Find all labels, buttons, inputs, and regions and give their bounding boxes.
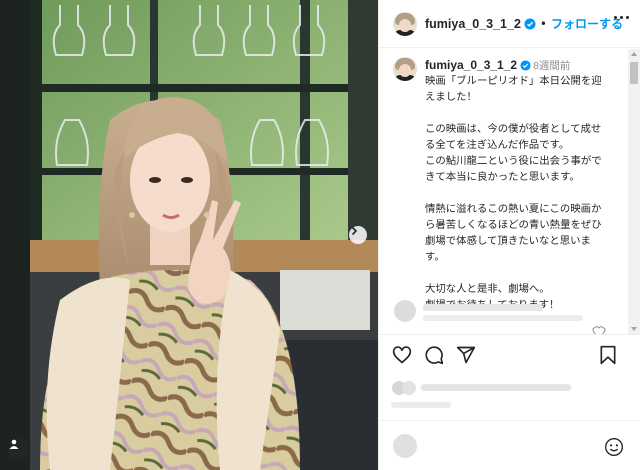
- post-actions: [379, 334, 640, 374]
- post-photo[interactable]: [0, 0, 378, 470]
- caption-line: ら暑苦しくなるほどの青い熱量をぜひ: [425, 219, 602, 231]
- bookmark-icon: [600, 345, 616, 365]
- blurred-likes: [391, 381, 571, 408]
- caption-author-avatar[interactable]: [393, 57, 417, 81]
- caption-author-username[interactable]: fumiya_0_3_1_2: [425, 58, 517, 72]
- caption-line: この鮎川龍二という役に出会う事がで: [425, 155, 602, 167]
- save-button[interactable]: [597, 344, 619, 366]
- tagged-user-icon: [9, 439, 19, 449]
- tagged-users-button[interactable]: [8, 438, 30, 460]
- comment-icon: [425, 345, 444, 364]
- comments-scrollbar[interactable]: [628, 49, 640, 334]
- like-button[interactable]: [391, 344, 413, 366]
- blurred-comment: [394, 300, 606, 334]
- post-timestamp[interactable]: 8週間前: [533, 58, 570, 73]
- caption-line: す。: [425, 251, 445, 263]
- post-side-panel: fumiya_0_3_1_2 • フォローする fumiya_0_3_1_2 8…: [378, 0, 640, 470]
- caption-line: 大切な人と是非、劇場へ。: [425, 283, 550, 295]
- emoji-button[interactable]: [604, 437, 624, 461]
- chevron-right-icon: [351, 226, 358, 236]
- caption-line: この映画は、今の僕が役者として成せ: [425, 123, 602, 135]
- more-options-icon[interactable]: [614, 16, 629, 19]
- heart-icon: [392, 345, 412, 364]
- post-header: fumiya_0_3_1_2 • フォローする: [379, 0, 640, 48]
- caption-line: る全てを注ぎ込んだ作品です。: [425, 139, 570, 151]
- caption-line: 劇場で体感して頂きたいなと思いま: [425, 235, 591, 247]
- next-photo-button[interactable]: [349, 226, 367, 244]
- author-avatar[interactable]: [393, 11, 417, 36]
- comment-button[interactable]: [423, 344, 445, 366]
- caption-line: きて本当に良かったと思います。: [425, 171, 580, 183]
- caption-line: えました！: [425, 91, 477, 103]
- verified-badge-icon: [520, 59, 531, 71]
- caption: fumiya_0_3_1_2 8週間前 映画「ブルーピリオド」本日公開を迎 えま…: [379, 49, 629, 313]
- follow-button[interactable]: フォローする: [551, 15, 623, 32]
- separator-dot: •: [539, 16, 547, 31]
- add-comment-bar[interactable]: [379, 420, 640, 470]
- verified-badge-icon: [524, 18, 536, 30]
- caption-line: 映画「ブルーピリオド」本日公開を迎: [425, 75, 602, 87]
- share-icon: [456, 346, 476, 363]
- emoji-icon: [605, 438, 623, 456]
- caption-text: 映画「ブルーピリオド」本日公開を迎 えました！ この映画は、今の僕が役者として成…: [425, 73, 619, 313]
- comments-section[interactable]: fumiya_0_3_1_2 8週間前 映画「ブルーピリオド」本日公開を迎 えま…: [379, 49, 629, 334]
- blurred-commenter-avatar: [393, 434, 417, 458]
- caption-line: 情熱に溢れるこの熱い夏にこの映画か: [425, 203, 602, 215]
- share-button[interactable]: [455, 344, 477, 366]
- photo-image: [0, 0, 378, 470]
- author-username[interactable]: fumiya_0_3_1_2: [425, 17, 521, 31]
